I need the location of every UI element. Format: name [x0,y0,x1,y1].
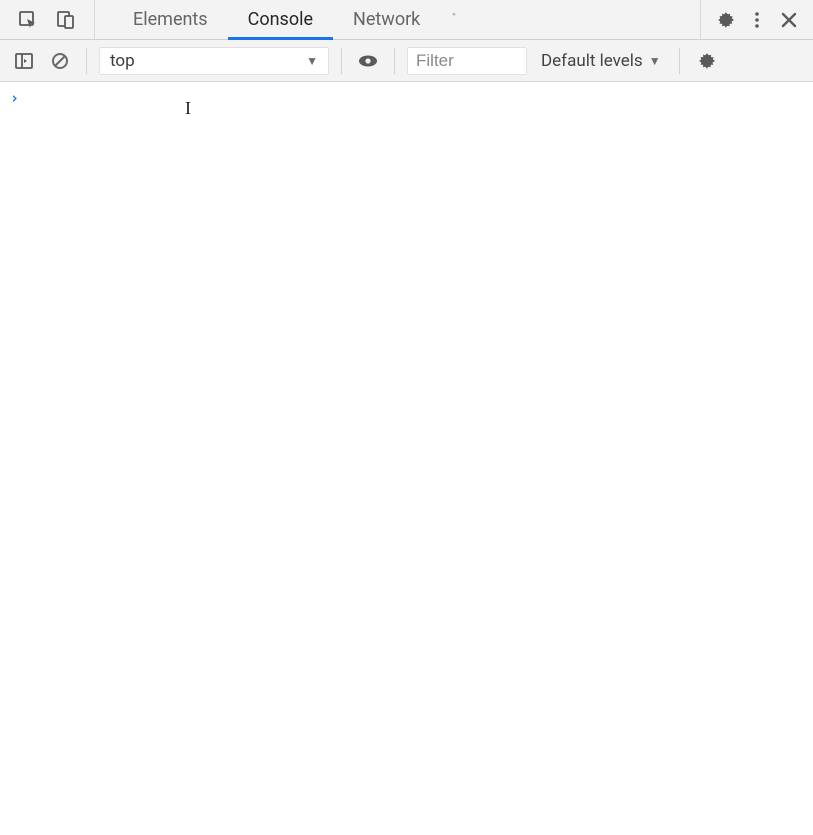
live-expression-icon[interactable] [354,47,382,75]
tab-label: Network [353,9,420,30]
levels-label: Default levels [541,51,643,71]
execution-context-select[interactable]: top ▼ [99,47,329,75]
tab-console[interactable]: Console [228,0,333,39]
toolbar-divider [679,48,680,74]
prompt-marker-icon: › [8,88,25,108]
log-levels-select[interactable]: Default levels ▼ [535,47,667,75]
text-cursor-icon: I [185,98,191,118]
tabbar-right-tools [700,0,813,39]
console-input[interactable]: I [25,88,805,108]
tab-label: Console [248,9,313,30]
tabs-overflow-button[interactable] [440,0,468,28]
chevron-down-icon: ▼ [649,54,661,68]
toolbar-divider [86,48,87,74]
console-prompt-row: › I [8,88,805,108]
inspect-element-icon[interactable] [14,6,42,34]
more-menu-icon[interactable] [743,6,771,34]
tabbar-tabs: Elements Console Network [95,0,700,39]
toolbar-divider [394,48,395,74]
tab-label: Elements [133,9,208,30]
console-output: › I [0,82,813,114]
console-toolbar: top ▼ Default levels ▼ [0,40,813,82]
filter-input[interactable] [407,47,527,75]
tab-elements[interactable]: Elements [113,0,228,39]
console-sidebar-toggle-icon[interactable] [10,47,38,75]
context-value: top [110,51,135,71]
console-settings-icon[interactable] [692,47,720,75]
tabbar-left-tools [0,0,95,39]
devtools-tabbar: Elements Console Network [0,0,813,40]
toolbar-divider [341,48,342,74]
clear-console-icon[interactable] [46,47,74,75]
device-toolbar-icon[interactable] [52,6,80,34]
close-icon[interactable] [775,6,803,34]
chevron-down-icon: ▼ [306,54,318,68]
settings-icon[interactable] [711,6,739,34]
tab-network[interactable]: Network [333,0,440,39]
